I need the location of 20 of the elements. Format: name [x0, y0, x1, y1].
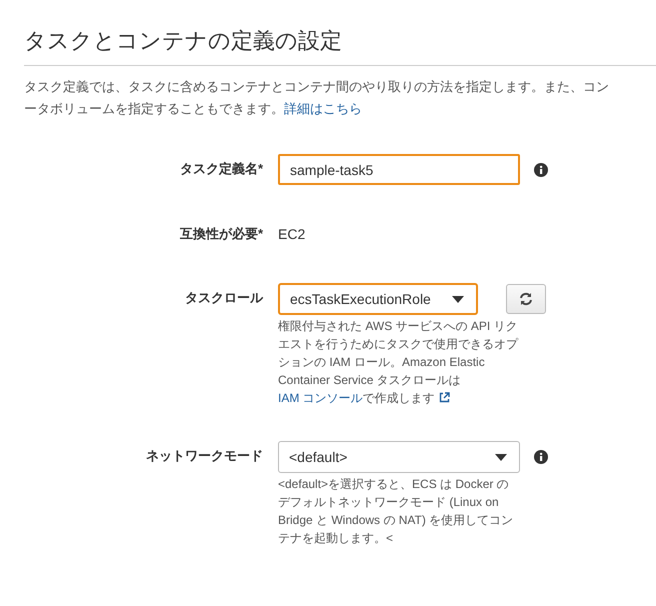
select-field[interactable]: <default>	[278, 441, 520, 473]
field-label: 互換性が必要*	[178, 225, 263, 243]
field-label: タスクロール	[184, 289, 263, 307]
details-link[interactable]: 詳細はこちら	[284, 101, 362, 116]
caret-icon	[452, 296, 464, 302]
select-field[interactable]: ecsTaskExecutionRole	[278, 283, 478, 315]
section-title: タスクとコンテナの定義の設定	[24, 26, 656, 66]
section-description: タスク定義では、タスクに含めるコンテナとコンテナ間のやり取りの方法を指定します。また、コン ータボリュームを指定することもできます。詳細はこちら	[24, 78, 610, 118]
field-label: タスク定義名*	[178, 160, 263, 178]
field-label: ネットワークモード	[145, 447, 263, 465]
caret-icon	[495, 454, 507, 460]
refresh-button[interactable]	[506, 284, 546, 314]
info-icon[interactable]	[534, 450, 548, 464]
help-text: <default>を選択すると、ECS は Docker のデフォルトネットワークモード (Linux on Bridge と Windows の NAT) を使用してコンテナを起動します。<	[278, 476, 514, 547]
refresh-icon	[519, 292, 533, 306]
field-value: EC2	[278, 225, 306, 244]
info-icon[interactable]	[534, 162, 548, 176]
console-link[interactable]: IAM コンソール	[278, 391, 363, 405]
task-name-field[interactable]: sample-task5	[278, 154, 520, 185]
help-text: 権限付与された AWS サービスへの API リクエストを行うためにタスクで使用できるオプションの IAM ロール。Amazon Elastic Container Service タスクロールは IAM コンソールで作成します	[278, 318, 520, 407]
